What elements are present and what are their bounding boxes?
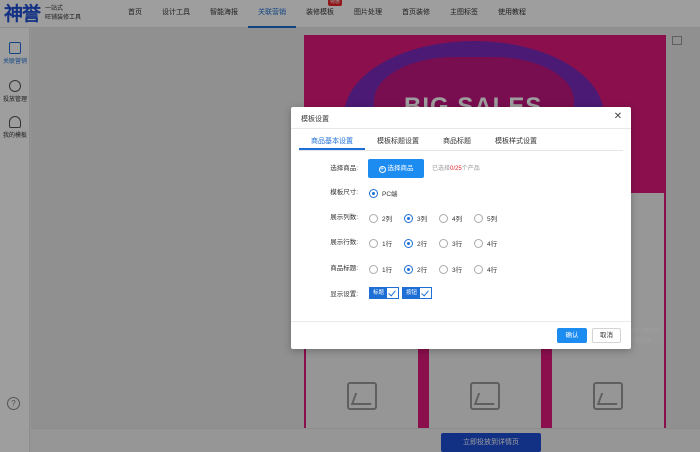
radio-dot: [474, 238, 483, 248]
title-rows-radio-1[interactable]: 1行: [369, 262, 392, 276]
radio-label: 2列: [382, 216, 393, 223]
columns-row: 展示列数: 2列 3列 4列 5列: [291, 211, 631, 225]
radio-label: PC端: [382, 191, 398, 198]
radio-label: 3行: [452, 241, 463, 248]
modal-title: 模板设置: [301, 116, 329, 123]
radio-label: 4行: [487, 241, 498, 248]
radio-label: 4行: [487, 267, 498, 274]
radio-dot: [474, 264, 483, 274]
radio-dot: [369, 213, 378, 223]
radio-dot: [404, 238, 413, 248]
title-rows-radio-2[interactable]: 2行: [404, 262, 427, 276]
display-settings-row: 显示设置: 标题 按钮: [291, 287, 631, 302]
selected-count: 0/25: [450, 166, 462, 172]
columns-radio-5[interactable]: 5列: [474, 211, 497, 225]
checkbox-label: 按钮: [403, 288, 421, 298]
radio-dot: [439, 264, 448, 274]
rows-radio-4[interactable]: 4行: [474, 236, 497, 250]
radio-label: 4列: [452, 216, 463, 223]
checkbox-label: 标题: [370, 288, 388, 298]
selected-count-info: 已选择0/25个产品: [432, 162, 480, 176]
title-rows-radio-3[interactable]: 3行: [439, 262, 462, 276]
settings-tabs: 商品基本设置 模板标题设置 商品标题 模板样式设置: [299, 134, 623, 151]
radio-dot: [369, 238, 378, 248]
plus-circle-icon: +: [378, 166, 386, 173]
radio-dot: [439, 213, 448, 223]
select-goods-button-label: 选择商品: [387, 165, 414, 172]
tab-product-title[interactable]: 商品标题: [431, 134, 483, 150]
select-goods-label: 选择商品:: [330, 165, 358, 172]
selected-prefix: 已选择: [432, 166, 451, 172]
rows-radio-2[interactable]: 2行: [404, 236, 427, 250]
modal-header: 模板设置 ✕: [291, 107, 631, 129]
template-size-label: 模板尺寸:: [330, 189, 358, 196]
radio-label: 1行: [382, 241, 393, 248]
select-goods-row: 选择商品: + 选择商品 已选择0/25个产品: [291, 159, 631, 178]
product-title-label: 商品标题:: [330, 265, 358, 272]
template-size-row: 模板尺寸: PC端: [291, 186, 631, 200]
selected-suffix: 个产品: [461, 166, 480, 172]
tab-product-basic[interactable]: 商品基本设置: [299, 134, 365, 150]
columns-label: 展示列数:: [330, 214, 358, 221]
radio-label: 1行: [382, 267, 393, 274]
cancel-button[interactable]: 取消: [592, 328, 621, 343]
close-icon[interactable]: ✕: [613, 112, 623, 122]
tab-template-title[interactable]: 模板标题设置: [365, 134, 431, 150]
confirm-button[interactable]: 确认: [557, 328, 587, 343]
radio-dot: [404, 264, 413, 274]
radio-dot: [439, 238, 448, 248]
columns-radio-4[interactable]: 4列: [439, 211, 462, 225]
checkmark-icon: [387, 288, 399, 298]
radio-label: 3列: [417, 216, 428, 223]
columns-radio-3[interactable]: 3列: [404, 211, 427, 225]
product-title-row: 商品标题: 1行 2行 3行 4行: [291, 262, 631, 276]
display-settings-label: 显示设置:: [330, 291, 358, 298]
rows-radio-1[interactable]: 1行: [369, 236, 392, 250]
radio-label: 3行: [452, 267, 463, 274]
rows-label: 展示行数:: [330, 239, 358, 246]
template-settings-modal: 模板设置 ✕ 商品基本设置 模板标题设置 商品标题 模板样式设置 选择商品: +…: [291, 107, 631, 349]
show-button-checkbox[interactable]: 按钮: [402, 287, 433, 299]
title-rows-radio-4[interactable]: 4行: [474, 262, 497, 276]
checkmark-icon: [420, 288, 432, 298]
radio-label: 2行: [417, 241, 428, 248]
radio-label: 5列: [487, 216, 498, 223]
columns-radio-2[interactable]: 2列: [369, 211, 392, 225]
modal-footer: 确认 取消: [291, 321, 631, 349]
radio-dot: [369, 188, 378, 198]
radio-dot: [404, 213, 413, 223]
rows-row: 展示行数: 1行 2行 3行 4行: [291, 236, 631, 250]
show-title-checkbox[interactable]: 标题: [369, 287, 400, 299]
select-goods-button[interactable]: + 选择商品: [368, 159, 424, 178]
size-radio-pc[interactable]: PC端: [369, 186, 398, 200]
radio-label: 2行: [417, 267, 428, 274]
tab-template-style[interactable]: 模板样式设置: [483, 134, 549, 150]
radio-dot: [474, 213, 483, 223]
radio-dot: [369, 264, 378, 274]
rows-radio-3[interactable]: 3行: [439, 236, 462, 250]
